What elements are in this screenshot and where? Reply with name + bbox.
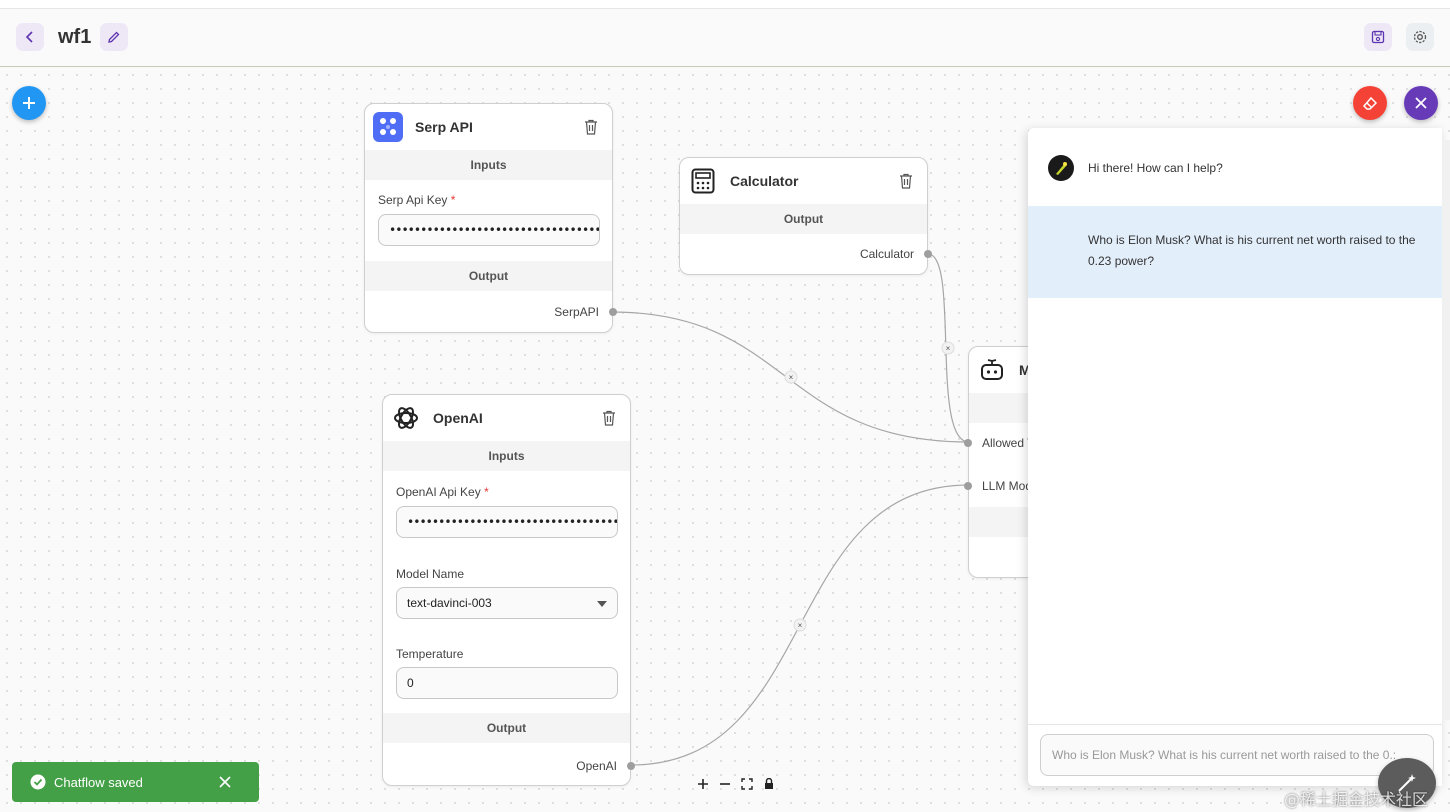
temperature-input[interactable]: 0 [396,667,618,699]
openai-api-key-input[interactable]: ••••••••••••••••••••••••••••••••••••••••… [396,506,618,538]
user-message-text: Who is Elon Musk? What is his current ne… [1088,233,1416,268]
lock-button[interactable] [762,777,776,791]
bot-message: Hi there! How can I help? [1028,148,1442,204]
model-name-select[interactable]: text-davinci-003 [396,587,618,619]
node-header: Serp API [365,104,612,150]
trash-icon[interactable] [602,410,616,426]
settings-button[interactable] [1406,23,1434,51]
allowed-tools-label: Allowed T [982,436,1035,450]
page-title: wf1 [58,26,92,48]
pencil-icon [108,31,120,43]
serp-api-icon [373,112,403,142]
output-section-label: Output [365,261,612,291]
watermark: @稀土掘金技术社区 [1284,790,1429,809]
llm-model-label: LLM Mod [982,479,1033,493]
temperature-label: Temperature [396,647,464,661]
eraser-icon [1362,96,1378,110]
header: wf1 [0,10,1450,67]
chat-scrollbar[interactable] [1442,140,1450,720]
gear-icon [1413,30,1427,44]
serp-output-handle[interactable] [609,308,617,316]
output-section-label: Output [680,204,927,234]
top-strip [0,0,1450,9]
trash-icon[interactable] [584,119,598,135]
bot-message-text: Hi there! How can I help? [1088,161,1223,175]
output-section-label: Output [383,713,630,743]
save-icon [1371,30,1385,44]
clear-chat-button[interactable] [1353,86,1387,120]
user-message: Who is Elon Musk? What is his current ne… [1028,206,1442,298]
close-icon[interactable] [219,776,231,788]
zoom-out-button[interactable] [718,777,732,791]
openai-node[interactable]: OpenAI Inputs OpenAI Api Key * •••••••••… [382,394,635,786]
fit-view-icon [741,778,753,790]
node-header: Calculator [680,158,927,204]
node-header: OpenAI [383,395,630,441]
calculator-output-label: Calculator [859,247,914,261]
lock-icon [765,778,773,789]
chat-panel: Hi there! How can I help? Who is Elon Mu… [1028,128,1442,786]
check-circle-icon [30,774,46,790]
back-button[interactable] [16,23,44,51]
trash-icon[interactable] [899,173,913,189]
close-icon [1415,97,1427,109]
zoom-in-button[interactable] [696,777,710,791]
bot-avatar [1048,155,1074,181]
robot-icon [977,355,1007,385]
openai-output-label: OpenAI [576,759,617,773]
close-chat-button[interactable] [1404,86,1438,120]
serp-api-key-label: Serp Api Key * [378,193,456,207]
node-title: Calculator [730,173,799,189]
toast-message: Chatflow saved [54,774,143,790]
allowed-tools-handle[interactable] [964,439,972,447]
caret-down-icon [597,601,607,607]
edit-title-button[interactable] [100,23,128,51]
add-node-button[interactable] [12,86,46,120]
chat-input[interactable]: Who is Elon Musk? What is his current ne… [1040,734,1434,776]
inputs-section-label: Inputs [383,441,630,471]
node-title: OpenAI [433,410,483,426]
chevron-left-icon [25,31,33,43]
plus-icon [698,779,708,789]
node-title: Serp API [415,119,473,135]
llm-model-handle[interactable] [964,482,972,490]
openai-output-handle[interactable] [627,762,635,770]
fit-view-button[interactable] [740,777,754,791]
serp-api-key-input[interactable]: ••••••••••••••••••••••••••••••••••••••••… [378,214,600,246]
model-name-label: Model Name [396,567,465,581]
plus-icon [23,97,35,109]
divider [1028,724,1442,725]
openai-icon [391,403,421,433]
save-button[interactable] [1364,23,1392,51]
toast-notification: Chatflow saved [12,762,259,802]
calculator-output-handle[interactable] [924,250,932,258]
calculator-node[interactable]: Calculator Output Calculator [679,157,932,275]
calculator-icon [688,166,718,196]
minus-icon [720,783,730,785]
serp-api-node[interactable]: Serp API Inputs Serp Api Key * •••••••••… [364,103,617,333]
zoom-controls [696,774,784,794]
openai-api-key-label: OpenAI Api Key * [396,485,489,499]
serp-output-label: SerpAPI [554,305,599,319]
model-name-value: text-davinci-003 [407,596,492,610]
inputs-section-label: Inputs [365,150,612,180]
